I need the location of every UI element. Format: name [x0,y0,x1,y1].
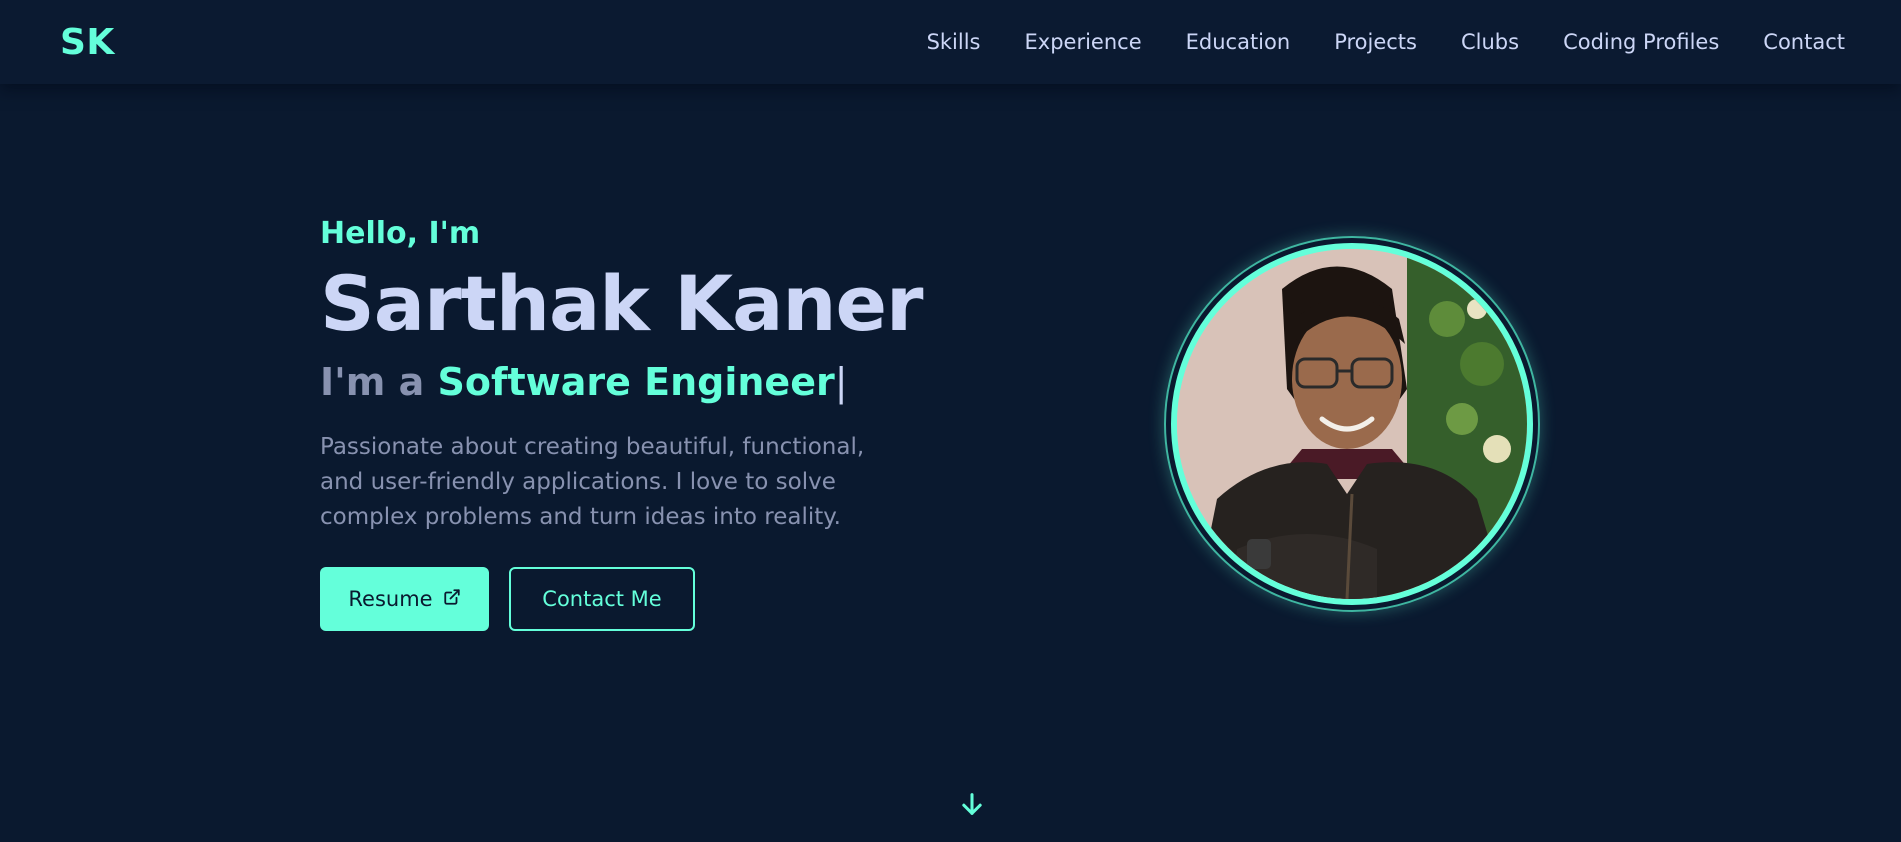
nav-link-experience[interactable]: Experience [1025,30,1142,54]
nav-link-education[interactable]: Education [1186,30,1291,54]
nav-link-skills[interactable]: Skills [927,30,981,54]
hero-name: Sarthak Kaner [320,259,924,348]
logo[interactable]: SK [60,22,115,63]
role-title: Software Engineer [437,360,835,404]
hero-greeting: Hello, I'm [320,216,481,251]
hero-bio: Passionate about creating beautiful, fun… [320,434,865,530]
resume-button[interactable]: Resume [320,567,489,631]
external-link-icon [443,587,461,611]
nav-link-projects[interactable]: Projects [1334,30,1417,54]
role-prefix: I'm a [320,360,425,404]
hero-buttons: Resume Contact Me [320,567,960,631]
hero-section: Hello, I'm Sarthak Kaner I'm a Software … [320,216,960,631]
hero-role-line: I'm a Software Engineer| [320,360,960,404]
contact-me-button[interactable]: Contact Me [509,567,695,631]
profile-photo-frame [1164,236,1540,612]
resume-button-label: Resume [348,587,433,611]
nav-link-coding-profiles[interactable]: Coding Profiles [1563,30,1719,54]
nav-links: Skills Experience Education Projects Clu… [927,30,1845,54]
profile-photo-illustration [1177,249,1527,599]
nav-link-contact[interactable]: Contact [1763,30,1845,54]
typing-cursor: | [834,360,848,404]
arrow-down-icon[interactable] [958,790,986,818]
profile-photo [1171,243,1533,605]
top-navbar: SK Skills Experience Education Projects … [0,0,1901,84]
nav-link-clubs[interactable]: Clubs [1461,30,1519,54]
